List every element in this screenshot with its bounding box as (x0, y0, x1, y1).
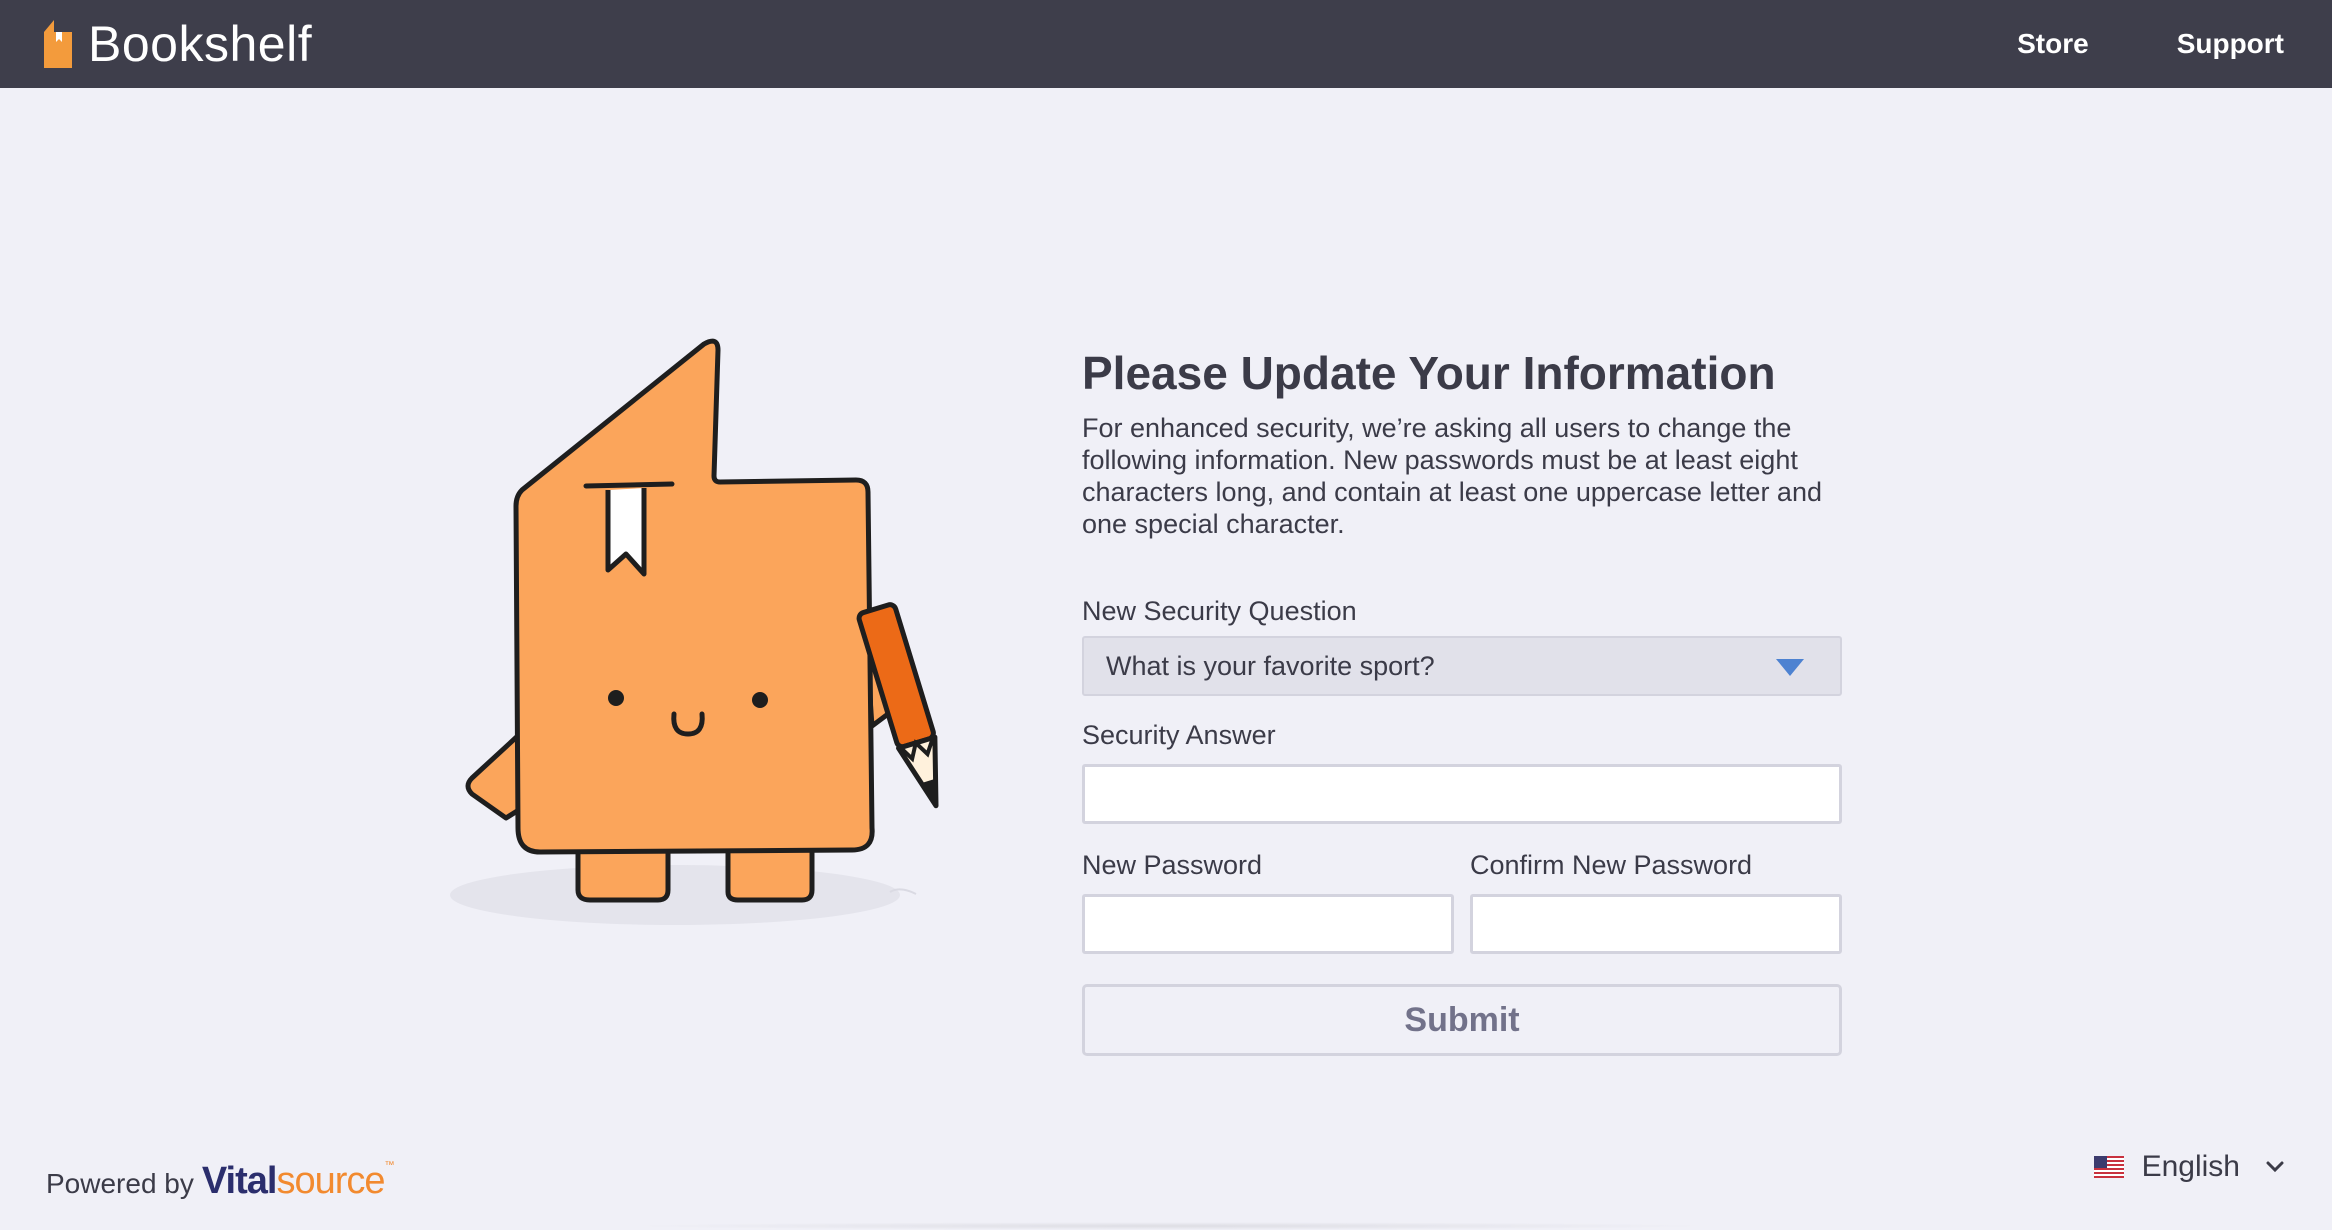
new-password-label: New Password (1082, 850, 1263, 880)
trademark-mark: ™ (384, 1160, 395, 1171)
dropdown-arrow-icon (1776, 659, 1804, 676)
page-title: Please Update Your Information (1082, 347, 1776, 399)
security-answer-label: Security Answer (1082, 720, 1276, 750)
top-bar: Bookshelf Store Support (0, 0, 2332, 88)
confirm-password-label: Confirm New Password (1470, 850, 1753, 880)
confirm-password-input[interactable] (1470, 894, 1842, 954)
security-question-label: New Security Question (1082, 596, 1357, 626)
chevron-down-icon (2266, 1161, 2284, 1173)
language-label: English (2141, 1150, 2240, 1183)
security-answer-input[interactable] (1082, 764, 1842, 824)
us-flag-icon (2093, 1156, 2124, 1178)
book-mascot-illustration (450, 338, 939, 925)
language-selector[interactable]: English (2093, 1150, 2284, 1184)
security-question-value: What is your favorite sport? (1106, 650, 1435, 681)
vitalsource-logo-part1: Vital (201, 1160, 278, 1202)
vitalsource-logo-part2: source (276, 1160, 385, 1202)
brand[interactable]: Bookshelf (42, 14, 312, 74)
powered-by-text: Powered by (46, 1168, 194, 1199)
intro-text: For enhanced security, we’re asking all … (1082, 413, 1822, 539)
bottom-shadow (620, 1222, 1720, 1230)
powered-by: Powered by Vitalsource™ (46, 1160, 395, 1203)
security-question-select[interactable]: What is your favorite sport? (1082, 636, 1842, 696)
confirm-password-group: Confirm New Password (1470, 848, 1842, 954)
nav-store-link[interactable]: Store (2017, 28, 2089, 60)
update-info-form: Please Update Your Information For enhan… (1082, 340, 1842, 1056)
nav-support-link[interactable]: Support (2177, 28, 2284, 60)
security-answer-group: Security Answer (1082, 718, 1842, 824)
top-nav: Store Support (1929, 0, 2284, 88)
security-question-group: New Security Question What is your favor… (1082, 594, 1842, 696)
bookshelf-logo-icon (44, 20, 72, 68)
new-password-group: New Password (1082, 848, 1454, 954)
new-password-input[interactable] (1082, 894, 1454, 954)
app-name: Bookshelf (88, 16, 313, 72)
submit-button[interactable]: Submit (1082, 984, 1842, 1056)
vitalsource-logo[interactable]: Vitalsource™ (201, 1160, 395, 1203)
password-row: New Password Confirm New Password (1082, 848, 1842, 954)
